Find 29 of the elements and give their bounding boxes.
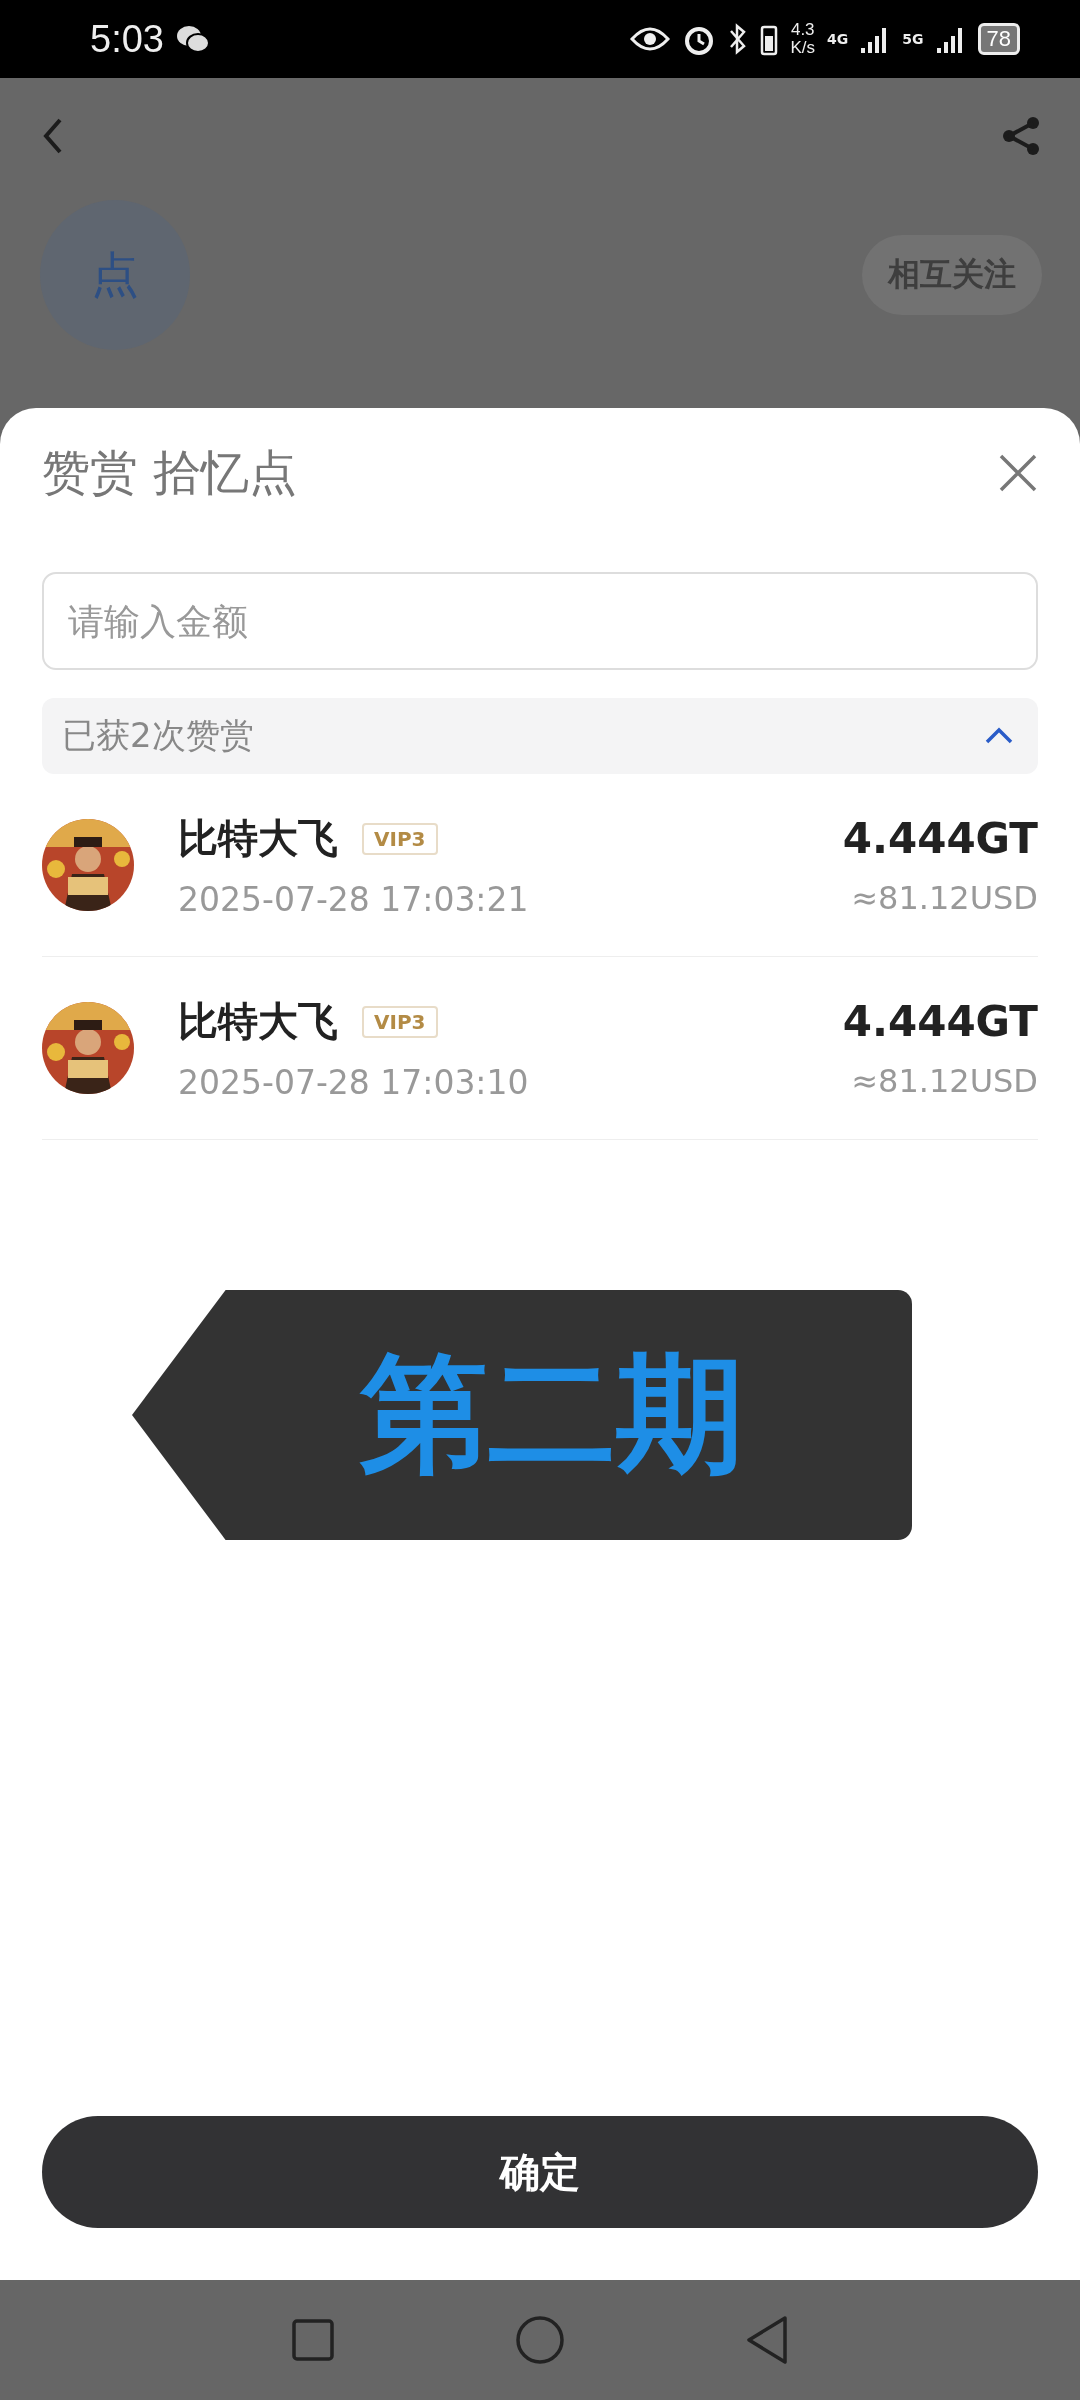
chevron-icon[interactable] [984, 726, 1014, 746]
arrow-label: 第二期 [132, 1290, 912, 1540]
reward-amount: 4.444GT [842, 996, 1038, 1046]
sheet-title: 赞赏 拾忆点 [42, 443, 298, 502]
sender-name: 比特大飞 [178, 997, 338, 1046]
chat-icon [175, 24, 210, 54]
share-icon[interactable] [1000, 115, 1042, 157]
amount-field[interactable]: 请输入金额 [42, 572, 1038, 670]
close-icon[interactable] [998, 453, 1038, 493]
reward-time: 2025-07-28 17:03:21 [178, 880, 530, 919]
network-label: 5G [902, 31, 924, 47]
battery-indicator: 78 [977, 23, 1020, 55]
rewards-summary-bar[interactable]: 已获2次赞赏 [42, 698, 1038, 774]
back-nav-icon[interactable] [745, 2315, 789, 2365]
vip-badge: VIP3 [362, 1005, 438, 1038]
network-label: 4G [827, 31, 849, 47]
reward-amount: 4.444GT [842, 813, 1038, 863]
confirm-button[interactable]: 确定 [42, 2116, 1038, 2228]
rewards-count: 已获2次赞赏 [62, 714, 254, 757]
reward-time: 2025-07-28 17:03:10 [178, 1063, 530, 1102]
eye-icon [630, 25, 671, 53]
clock: 5:03 [90, 17, 164, 61]
vip-badge: VIP3 [362, 822, 438, 855]
sender-name: 比特大飞 [178, 814, 338, 863]
usd-value: ≈81.12USD [851, 1061, 1038, 1100]
recent-apps-icon[interactable] [291, 2318, 335, 2362]
usd-value: ≈81.12USD [851, 878, 1038, 917]
home-icon[interactable] [515, 2315, 565, 2365]
network-speed: 4.3 K/s [790, 21, 816, 57]
